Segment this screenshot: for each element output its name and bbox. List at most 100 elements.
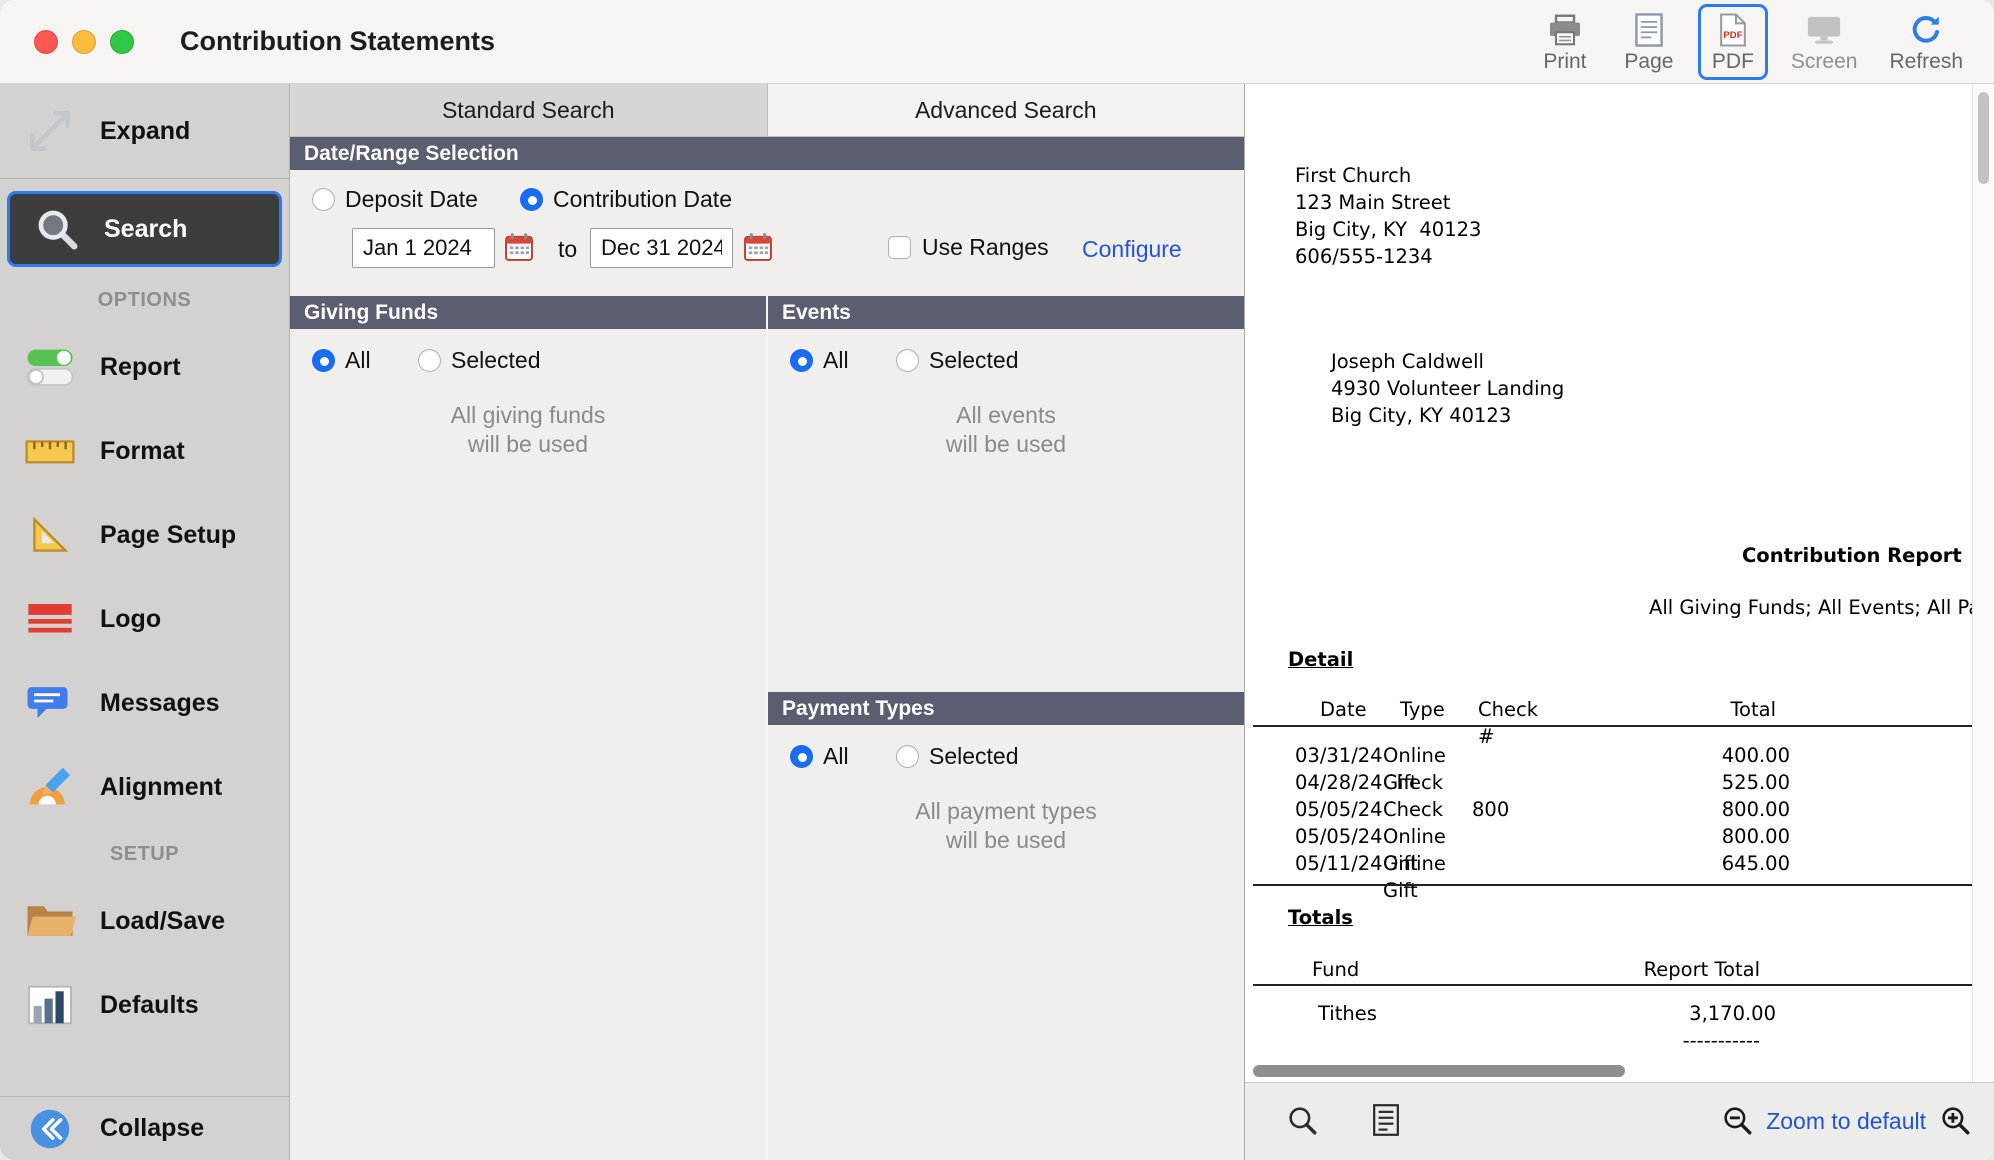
svg-text:PDF: PDF — [1723, 30, 1742, 41]
print-button[interactable]: Print — [1530, 4, 1600, 80]
detail-row: 05/11/24 Online Gift 645.00 — [1295, 852, 1790, 902]
sidebar-item-label: Format — [100, 436, 185, 465]
use-ranges-checkbox[interactable]: Use Ranges — [888, 234, 1049, 261]
sidebar-item-label: Defaults — [100, 990, 199, 1019]
payment-types-selected-radio[interactable]: Selected — [896, 743, 1019, 770]
expand-icon — [0, 106, 100, 156]
giving-funds-header: Giving Funds — [290, 296, 766, 329]
sidebar-item-label: Messages — [100, 688, 220, 717]
horizontal-scrollbar[interactable] — [1245, 1060, 1972, 1082]
red-bars-icon — [0, 599, 100, 639]
deposit-date-radio[interactable]: Deposit Date — [312, 186, 478, 213]
from-date-calendar-button[interactable] — [503, 232, 535, 264]
report-view-button[interactable] — [1367, 1099, 1405, 1144]
radio-unchecked — [312, 188, 335, 211]
totals-table-header: Fund Report Total — [1312, 958, 1760, 981]
pencil-protractor-icon — [0, 765, 100, 809]
giving-funds-note: All giving funds will be used — [450, 402, 606, 457]
zoom-in-button[interactable] — [1934, 1099, 1976, 1144]
screen-button[interactable]: Screen — [1782, 4, 1867, 80]
sidebar-item-report[interactable]: Report — [0, 325, 289, 409]
horizontal-scrollbar-thumb[interactable] — [1253, 1065, 1625, 1077]
collapse-icon — [0, 1107, 100, 1151]
configure-link[interactable]: Configure — [1082, 236, 1182, 263]
sidebar-item-collapse[interactable]: Collapse — [0, 1096, 289, 1160]
giving-funds-content: All Selected All giving funds will be us… — [290, 329, 766, 1160]
addressee-block: Joseph Caldwell 4930 Volunteer Landing B… — [1331, 350, 1565, 427]
sidebar-item-load-save[interactable]: Load/Save — [0, 879, 289, 963]
report-title: Contribution Report — [1742, 544, 1962, 567]
zoom-window-button[interactable] — [110, 29, 134, 54]
giving-funds-all-radio[interactable]: All — [312, 347, 371, 374]
sidebar-item-label: Logo — [100, 604, 162, 633]
minimize-button[interactable] — [72, 29, 96, 54]
page-label: Page — [1624, 49, 1674, 73]
payment-types-all-radio[interactable]: All — [790, 743, 849, 770]
sidebar-item-search[interactable]: Search — [7, 191, 282, 267]
sidebar-item-label: Report — [100, 352, 181, 381]
pdf-icon: PDF — [1718, 12, 1748, 48]
vertical-scrollbar[interactable] — [1972, 84, 1994, 1082]
payment-types-header: Payment Types — [768, 692, 1244, 725]
church-address: First Church 123 Main Street Big City, K… — [1295, 164, 1482, 268]
ruler-icon — [0, 431, 100, 471]
tab-standard-search[interactable]: Standard Search — [290, 84, 767, 136]
events-selected-radio[interactable]: Selected — [896, 347, 1019, 374]
magnifier-icon — [1285, 1103, 1319, 1140]
sidebar: Expand Search OPTIONS Report Format Page… — [0, 84, 290, 1160]
events-note: All events will be used — [945, 402, 1067, 457]
screen-icon — [1805, 12, 1843, 48]
rule — [1253, 725, 1972, 727]
sidebar-item-label: Expand — [100, 116, 191, 145]
preview-toolbar: Zoom to default — [1245, 1082, 1994, 1160]
detail-section-label: Detail — [1288, 648, 1354, 671]
page-button[interactable]: Page — [1614, 4, 1684, 80]
to-date-input[interactable] — [590, 228, 733, 268]
from-date-input[interactable] — [352, 228, 495, 268]
vertical-scrollbar-thumb[interactable] — [1978, 92, 1989, 184]
events-content: All Selected All events will be used — [768, 329, 1244, 692]
sidebar-item-label: Search — [104, 214, 188, 243]
report-subtitle: All Giving Funds; All Events; All Payr — [1649, 596, 1972, 619]
window-toolbar: Print Page PDF PDF Screen Refresh — [1530, 3, 1994, 80]
report-preview-panel: First Church 123 Main Street Big City, K… — [1245, 84, 1994, 1160]
to-date-calendar-button[interactable] — [742, 232, 774, 264]
zoom-to-default-link[interactable]: Zoom to default — [1766, 1108, 1926, 1135]
radio-unchecked — [896, 349, 919, 372]
sidebar-item-defaults[interactable]: Defaults — [0, 963, 289, 1047]
radio-checked — [790, 745, 813, 768]
sidebar-item-label: Load/Save — [100, 906, 226, 935]
giving-funds-selected-radio[interactable]: Selected — [418, 347, 541, 374]
report-view-icon — [1371, 1103, 1401, 1140]
sidebar-item-logo[interactable]: Logo — [0, 577, 289, 661]
sidebar-item-page-setup[interactable]: Page Setup — [0, 493, 289, 577]
preview-search-button[interactable] — [1281, 1099, 1323, 1144]
close-button[interactable] — [34, 29, 58, 54]
radio-checked — [312, 349, 335, 372]
rule — [1253, 884, 1972, 886]
sidebar-item-format[interactable]: Format — [0, 409, 289, 493]
sidebar-item-messages[interactable]: Messages — [0, 661, 289, 745]
radio-unchecked — [418, 349, 441, 372]
refresh-button[interactable]: Refresh — [1880, 4, 1972, 80]
detail-row: 04/28/24 Check 525.00 — [1295, 771, 1790, 794]
tab-advanced-search[interactable]: Advanced Search — [766, 84, 1244, 136]
contribution-date-radio[interactable]: Contribution Date — [520, 186, 732, 213]
zoom-in-icon — [1938, 1103, 1972, 1140]
search-icon — [10, 206, 104, 252]
radio-checked — [520, 188, 543, 211]
sidebar-item-expand[interactable]: Expand — [0, 84, 289, 179]
events-all-radio[interactable]: All — [790, 347, 849, 374]
sidebar-section-options: OPTIONS — [97, 288, 192, 311]
payment-types-content: All Selected All payment types will be u… — [768, 725, 1244, 1160]
app-window: Contribution Statements Print Page PDF P… — [0, 0, 1994, 1160]
zoom-out-icon — [1720, 1103, 1754, 1140]
zoom-out-button[interactable] — [1716, 1099, 1758, 1144]
pdf-button[interactable]: PDF PDF — [1697, 3, 1768, 80]
sidebar-item-alignment[interactable]: Alignment — [0, 745, 289, 829]
report-document: First Church 123 Main Street Big City, K… — [1245, 84, 1972, 1060]
window-title: Contribution Statements — [180, 26, 495, 56]
sidebar-section-setup: SETUP — [109, 842, 180, 865]
rule — [1253, 984, 1972, 986]
date-range-header: Date/Range Selection — [290, 137, 1244, 170]
